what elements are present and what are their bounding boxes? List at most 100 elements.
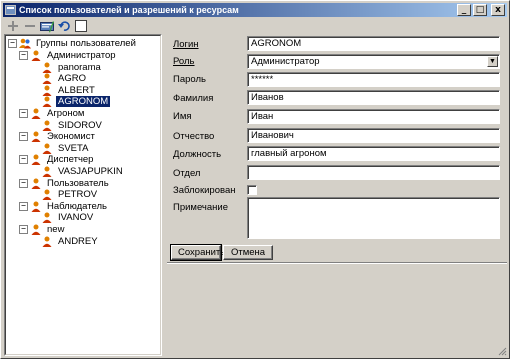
user-icon: [42, 166, 52, 177]
undo-icon[interactable]: [57, 19, 71, 33]
maximize-button[interactable]: □: [473, 4, 487, 16]
app-icon: [5, 5, 16, 15]
form-separator: [167, 262, 507, 264]
tree-group-node[interactable]: − new: [19, 224, 66, 236]
user-group-icon: [31, 201, 41, 212]
user-icon: [42, 120, 52, 131]
tree-node-label: Диспетчер: [47, 154, 94, 166]
tree-user-node[interactable]: AGRONOM: [41, 95, 112, 109]
cancel-button[interactable]: Отмена: [223, 245, 273, 260]
tree-user-node[interactable]: SVETA: [41, 142, 90, 154]
password-field[interactable]: ******: [247, 72, 500, 87]
user-icon: [42, 62, 52, 73]
user-group-icon: [31, 178, 41, 189]
tree-node-label: Агроном: [47, 108, 85, 119]
tree-group-node[interactable]: − Наблюдатель: [19, 200, 109, 212]
user-form: Логин AGRONOM Роль Администратор ▼ Парол…: [167, 34, 507, 356]
tree-node-label: panorama: [58, 61, 101, 73]
first-name-field[interactable]: Иван: [247, 109, 500, 124]
collapse-icon[interactable]: −: [19, 109, 28, 118]
edit-icon[interactable]: [40, 19, 54, 33]
tree-group-node[interactable]: − Диспетчер: [19, 154, 95, 166]
role-label: Роль: [173, 56, 195, 67]
minus-icon[interactable]: [23, 19, 37, 33]
tree-node-label: ANDREY: [58, 235, 98, 247]
tree-user-node[interactable]: ALBERT: [41, 84, 97, 96]
user-group-icon: [31, 224, 41, 235]
user-icon: [42, 73, 52, 85]
user-icon: [42, 85, 52, 96]
collapse-icon[interactable]: −: [19, 225, 28, 234]
patronymic-label: Отчество: [173, 131, 215, 142]
password-label: Пароль: [173, 74, 206, 85]
tree-group-node[interactable]: − Экономист: [19, 131, 97, 143]
user-icon: [42, 236, 52, 247]
collapse-icon[interactable]: −: [19, 132, 28, 142]
tree-user-node[interactable]: ANDREY: [41, 235, 100, 247]
blocked-label: Заблокирован: [173, 185, 236, 196]
tree-user-node[interactable]: panorama: [41, 61, 103, 73]
collapse-icon[interactable]: −: [8, 38, 17, 48]
collapse-icon[interactable]: −: [19, 201, 28, 211]
tree-node-label: Наблюдатель: [47, 200, 107, 212]
tree-node-label: Пользователь: [47, 177, 109, 189]
save-button[interactable]: Сохранить: [170, 244, 225, 261]
tree-user-node[interactable]: SIDOROV: [41, 119, 104, 131]
role-select[interactable]: Администратор ▼: [247, 54, 500, 69]
users-group-icon: [19, 38, 31, 48]
user-icon: [42, 143, 52, 154]
tree-node-label: SIDOROV: [58, 119, 102, 131]
last-name-field[interactable]: Иванов: [247, 90, 500, 105]
plus-icon[interactable]: [6, 19, 20, 33]
app-window: Список пользователей и разрешений к ресу…: [0, 0, 510, 359]
tree-node-label: AGRO: [58, 73, 86, 85]
tree-node-label: AGRONOM: [54, 95, 112, 109]
login-label: Логин: [173, 39, 199, 50]
user-tree[interactable]: − Группы пользователей − Администратор pan…: [4, 34, 162, 356]
collapse-icon[interactable]: −: [19, 51, 28, 60]
close-button[interactable]: x: [491, 4, 505, 16]
login-field[interactable]: AGRONOM: [247, 36, 500, 51]
user-icon: [42, 189, 52, 201]
user-group-icon: [31, 108, 41, 119]
tree-node-label: IVANOV: [58, 212, 94, 224]
tree-user-node[interactable]: IVANOV: [41, 212, 95, 224]
title-bar[interactable]: Список пользователей и разрешений к ресу…: [3, 3, 507, 17]
tree-node-label: Экономист: [47, 131, 95, 143]
tree-node-label: SVETA: [58, 142, 89, 154]
tree-group-node[interactable]: − Пользователь: [19, 177, 111, 189]
tree-node-label: PETROV: [58, 189, 98, 201]
blocked-checkbox[interactable]: [247, 185, 257, 195]
role-select-value: Администратор: [251, 56, 320, 67]
position-field[interactable]: главный агроном: [247, 146, 500, 161]
tree-user-node[interactable]: VASJAPUPKIN: [41, 166, 125, 178]
window-title: Список пользователей и разрешений к ресу…: [19, 5, 239, 15]
toolbar: [3, 18, 507, 34]
user-icon: [42, 212, 52, 224]
user-icon: [42, 96, 52, 108]
tree-root[interactable]: − Группы пользователей: [8, 37, 138, 49]
tree-user-node[interactable]: PETROV: [41, 189, 99, 201]
tree-node-label: Администратор: [47, 50, 116, 61]
note-label: Примечание: [173, 202, 228, 213]
first-name-label: Имя: [173, 111, 192, 122]
tree-group-node[interactable]: − Агроном: [19, 108, 86, 120]
patronymic-field[interactable]: Иванович: [247, 128, 500, 143]
resize-grip-icon[interactable]: [497, 346, 507, 356]
department-label: Отдел: [173, 168, 201, 179]
tree-root-label: Группы пользователей: [36, 37, 136, 49]
tree-user-node[interactable]: AGRO: [41, 73, 88, 85]
last-name-label: Фамилия: [173, 93, 214, 104]
user-group-icon: [31, 154, 41, 166]
chevron-down-icon[interactable]: ▼: [487, 56, 498, 67]
help-icon[interactable]: [74, 19, 88, 33]
minimize-button[interactable]: _: [457, 4, 471, 16]
note-field[interactable]: [247, 197, 500, 239]
collapse-icon[interactable]: −: [19, 178, 28, 188]
collapse-icon[interactable]: −: [19, 155, 28, 165]
tree-node-label: VASJAPUPKIN: [58, 166, 123, 177]
department-field[interactable]: [247, 165, 500, 180]
tree-group-node[interactable]: − Администратор: [19, 50, 118, 62]
position-label: Должность: [173, 149, 222, 160]
tree-node-label: ALBERT: [58, 84, 95, 96]
